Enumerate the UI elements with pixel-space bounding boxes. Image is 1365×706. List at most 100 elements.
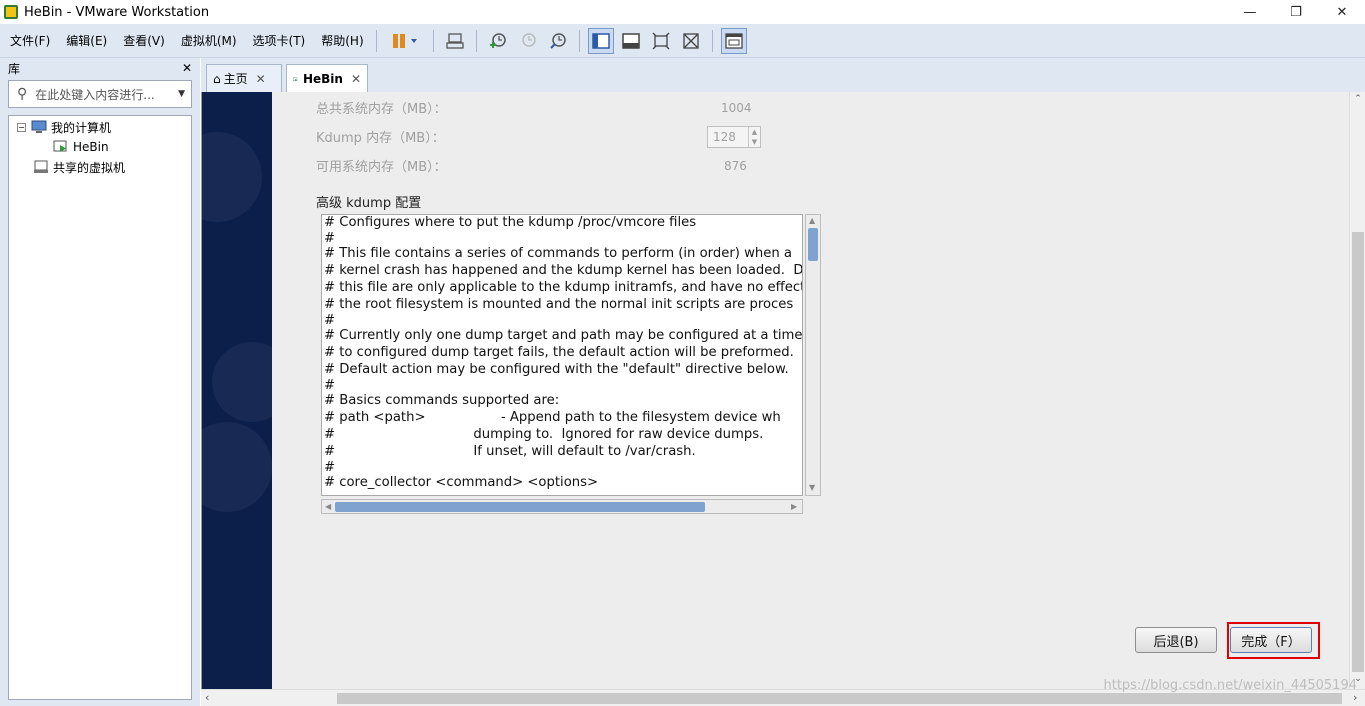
tab-hebin[interactable]: HeBin ✕: [286, 64, 368, 93]
menu-edit[interactable]: 编辑(E): [60, 32, 113, 49]
config-line: #: [324, 313, 336, 328]
pause-icon: [392, 33, 417, 48]
tree-label-shared-vms: 共享的虚拟机: [53, 160, 126, 175]
scroll-left-icon[interactable]: ◀: [325, 502, 331, 511]
toolbar-separator: [375, 29, 377, 52]
toolbar-separator: [475, 29, 477, 52]
scroll-right-icon[interactable]: ▶: [791, 502, 797, 511]
tree-item-shared-vms[interactable]: 共享的虚拟机: [33, 158, 125, 176]
installer-sidebar: [202, 92, 272, 689]
snapshot-manager-button[interactable]: [545, 28, 571, 54]
console-vertical-scrollbar[interactable]: ⌃ ⌄: [1349, 92, 1365, 689]
back-button[interactable]: 后退(B): [1135, 627, 1217, 653]
library-view-button[interactable]: [587, 27, 614, 54]
total-memory-value: 1004: [721, 101, 752, 115]
config-hscroll-thumb[interactable]: [335, 502, 705, 512]
library-panel: 库 ✕ ⚲ 在此处键入内容进行... ▼ − 我的计算机 HeBin 共享的虚拟…: [0, 58, 200, 706]
tree-label-hebin: HeBin: [73, 140, 109, 154]
config-line: #: [324, 460, 336, 475]
search-placeholder: 在此处键入内容进行...: [35, 87, 155, 102]
shared-vms-icon: [34, 160, 48, 173]
config-line: #: [324, 231, 336, 246]
usable-memory-value: 876: [724, 159, 747, 173]
take-snapshot-button[interactable]: [485, 28, 511, 54]
home-icon: ⌂: [213, 71, 221, 86]
computer-icon: [31, 120, 47, 133]
usable-memory-label: 可用系统内存（MB）：: [316, 160, 447, 175]
sidebar-decoration: [202, 132, 262, 222]
title-bar: HeBin - VMware Workstation — ❐ ✕: [0, 0, 1365, 24]
library-close-icon[interactable]: ✕: [182, 61, 192, 75]
library-title: 库: [8, 61, 21, 76]
snapshot-manager-icon: [549, 32, 566, 49]
config-line: # Basics commands supported are:: [324, 393, 560, 408]
collapse-icon[interactable]: −: [17, 122, 26, 132]
config-line: # If unset, will default to /var/crash.: [324, 444, 696, 459]
config-vertical-scrollbar[interactable]: ▲ ▼: [805, 214, 821, 496]
scroll-down-icon[interactable]: ▼: [809, 483, 815, 492]
toolbar-separator: [711, 29, 713, 52]
kdump-memory-label: Kdump 内存（MB）：: [316, 131, 445, 146]
menu-vm[interactable]: 虚拟机(M): [175, 32, 243, 49]
scroll-up-icon[interactable]: ▲: [809, 216, 815, 225]
fullscreen-button[interactable]: [648, 28, 674, 54]
revert-snapshot-button[interactable]: [515, 28, 541, 54]
kdump-config-textarea[interactable]: # Configures where to put the kdump /pro…: [321, 214, 803, 496]
close-window-button[interactable]: ✕: [1319, 0, 1365, 24]
scroll-left-icon[interactable]: ‹: [205, 691, 209, 704]
library-header: 库 ✕: [0, 58, 200, 78]
revert-snapshot-icon: [521, 32, 536, 47]
minimize-button[interactable]: —: [1227, 0, 1273, 24]
tab-home[interactable]: ⌂ 主页 ✕: [206, 64, 282, 92]
library-view-icon: [591, 32, 610, 49]
vm-console[interactable]: 总共系统内存（MB）： 1004 Kdump 内存（MB）： 128 ▲ ▼ 可用…: [201, 92, 1365, 689]
config-line: # dumping to. Ignored for raw device dum…: [324, 427, 764, 442]
snapshot-icon: [489, 32, 506, 48]
menu-file[interactable]: 文件(F): [4, 32, 56, 49]
config-vscroll-thumb[interactable]: [808, 228, 818, 261]
kdump-memory-value: 128: [713, 130, 736, 144]
config-line: # Default action may be configured with …: [324, 362, 789, 377]
menu-view[interactable]: 查看(V): [117, 32, 171, 49]
console-view-icon: [724, 32, 743, 49]
chevron-down-icon[interactable]: ▼: [178, 89, 185, 99]
tab-home-label: 主页: [223, 72, 248, 86]
config-line: # Currently only one dump target and pat…: [324, 328, 803, 343]
config-line: # path <path> - Append path to the files…: [324, 410, 781, 425]
fullscreen-icon: [652, 32, 670, 49]
watermark: https://blog.csdn.net/weixin_44505194: [1103, 678, 1357, 693]
library-tree: − 我的计算机 HeBin 共享的虚拟机: [8, 115, 192, 700]
tree-item-hebin[interactable]: HeBin: [53, 138, 109, 156]
vmware-app-icon: [4, 5, 18, 19]
menu-tabs[interactable]: 选项卡(T): [247, 32, 312, 49]
console-hscroll-thumb[interactable]: [337, 693, 1342, 704]
console-vscroll-thumb[interactable]: [1352, 232, 1364, 672]
tab-home-close-icon[interactable]: ✕: [256, 72, 266, 86]
library-search-input[interactable]: ⚲ 在此处键入内容进行... ▼: [8, 80, 192, 108]
console-view-button[interactable]: [720, 27, 747, 54]
restore-button[interactable]: ❐: [1273, 0, 1319, 24]
advanced-config-title: 高级 kdump 配置: [316, 196, 422, 211]
thumbnail-view-button[interactable]: [618, 28, 644, 54]
config-horizontal-scrollbar[interactable]: ◀ ▶: [321, 499, 803, 514]
toolbar-separator: [432, 29, 434, 52]
unity-button[interactable]: [678, 28, 704, 54]
spin-arrows-icon[interactable]: ▲ ▼: [748, 127, 760, 147]
vm-running-icon: [293, 76, 298, 81]
kdump-memory-spinbox[interactable]: 128 ▲ ▼: [707, 126, 761, 148]
thumbnail-view-icon: [621, 32, 640, 49]
send-keys-button[interactable]: [442, 28, 468, 54]
tab-hebin-label: HeBin: [302, 72, 343, 86]
config-line: # to configured dump target fails, the d…: [324, 345, 794, 360]
scroll-up-icon[interactable]: ⌃: [1350, 94, 1365, 104]
tab-hebin-close-icon[interactable]: ✕: [351, 72, 361, 86]
sidebar-decoration: [212, 342, 272, 422]
sidebar-decoration: [202, 422, 272, 512]
finish-button-highlight: [1227, 622, 1320, 659]
menu-help[interactable]: 帮助(H): [315, 32, 369, 49]
total-memory-label: 总共系统内存（MB）：: [316, 102, 447, 117]
config-line: # the root filesystem is mounted and the…: [324, 297, 794, 312]
tree-item-my-computer[interactable]: − 我的计算机: [17, 118, 111, 136]
pause-button[interactable]: [385, 28, 425, 54]
config-line: #: [324, 378, 336, 393]
